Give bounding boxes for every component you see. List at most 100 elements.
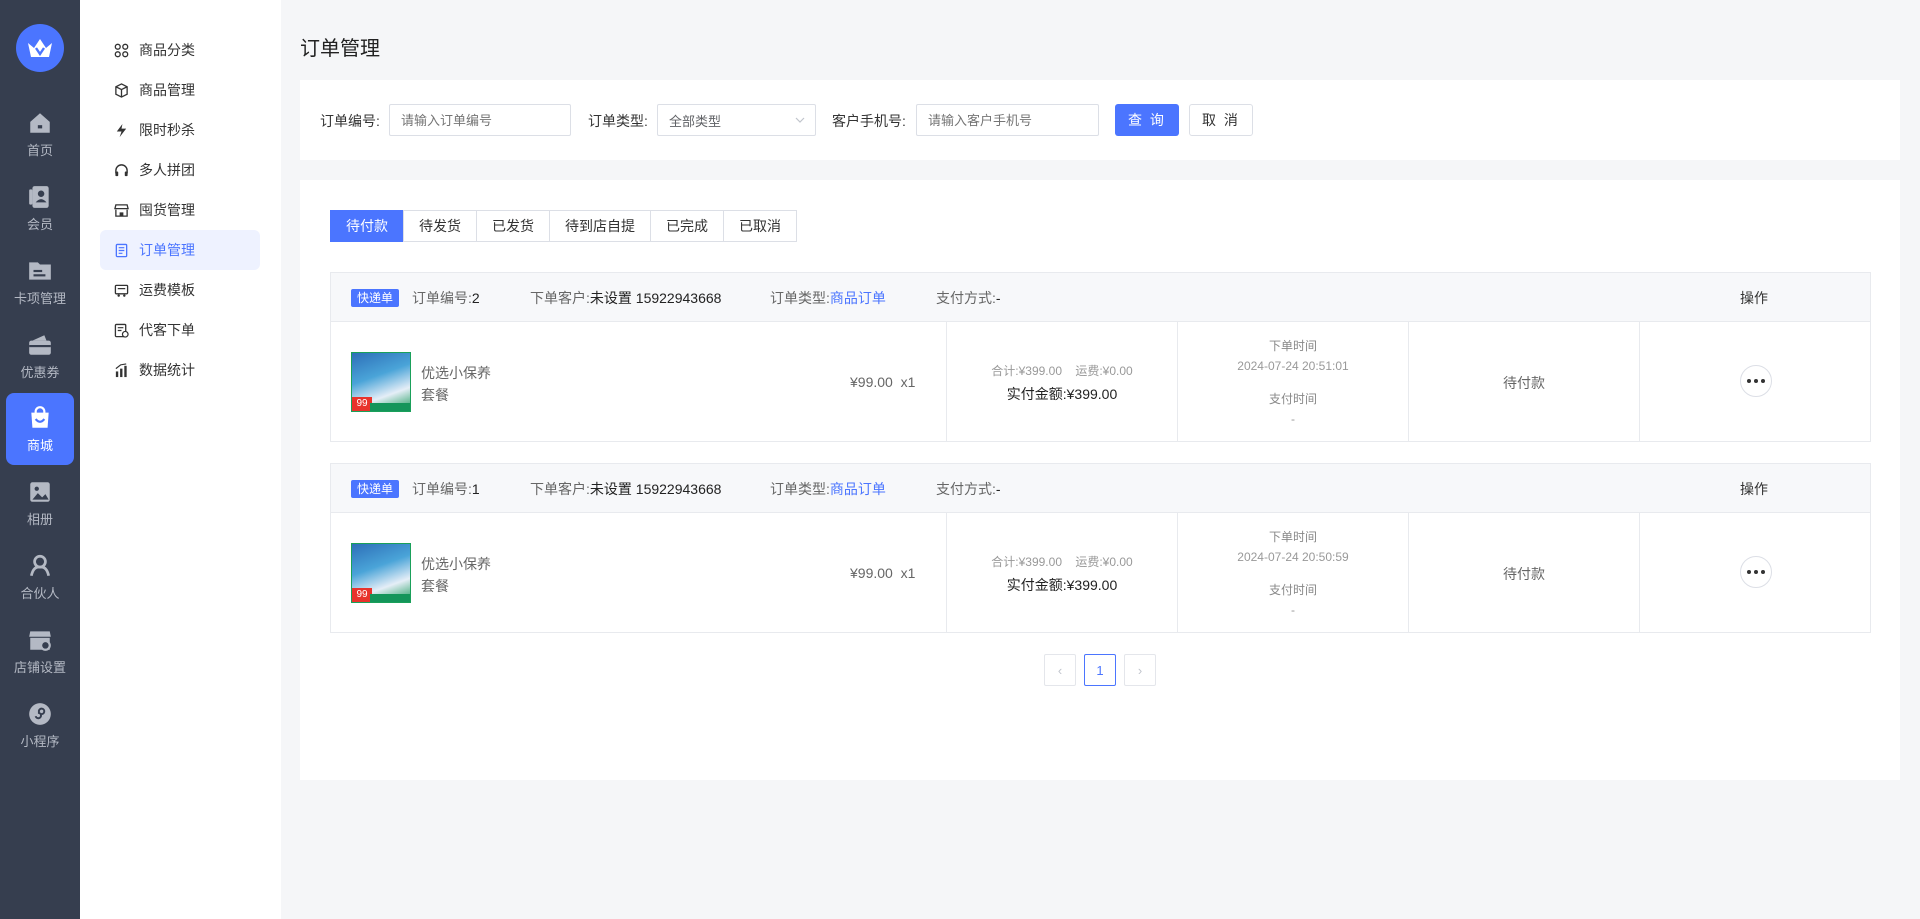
order-type-value[interactable]: 商品订单 <box>830 290 886 306</box>
pay-method-value: - <box>995 481 1001 497</box>
operation-header: 操作 <box>1740 290 1768 306</box>
status-tabs: 待付款 待发货 已发货 待到店自提 已完成 已取消 <box>330 210 797 242</box>
field-label: 下单客户: <box>530 290 590 306</box>
product-name: 优选小保养套餐 <box>421 556 491 594</box>
order-time-label: 下单时间 <box>1268 530 1317 544</box>
order-no-label: 订单编号: <box>320 113 380 129</box>
phone-label: 客户手机号: <box>832 113 906 129</box>
pay-time: - <box>1291 412 1295 426</box>
phone-input[interactable] <box>916 104 1099 136</box>
submenu-label: 限时秒杀 <box>139 122 195 138</box>
submenu-label: 运费模板 <box>139 282 195 298</box>
lightning-icon <box>116 123 127 137</box>
order-no-input[interactable] <box>389 104 571 136</box>
thumb-banner <box>370 594 410 602</box>
pay-time: - <box>1291 603 1295 617</box>
cancel-button[interactable]: 取 消 <box>1189 104 1253 136</box>
shop-bag-icon <box>31 405 49 428</box>
customer-value: 未设置 15922943668 <box>589 481 722 497</box>
submenu-item-statistics[interactable]: 数据统计 <box>100 350 260 390</box>
submenu-item-products[interactable]: 商品管理 <box>100 70 260 110</box>
rail-item-mini-program[interactable]: 小程序 <box>6 689 74 761</box>
order-type-value[interactable]: 商品订单 <box>830 481 886 497</box>
shipping-fee: 运费:¥0.00 <box>1075 555 1133 569</box>
query-button[interactable]: 查 询 <box>1115 104 1179 136</box>
page-1-button[interactable]: 1 <box>1084 654 1116 686</box>
submenu-item-shipping-template[interactable]: 运费模板 <box>100 270 260 310</box>
total-shipping-line: 合计:¥399.00 运费:¥0.00 <box>947 362 1177 379</box>
order-body: 99 优选小保养套餐 ¥99.00 x1 合计:¥399.00 运费:¥0.00… <box>331 322 1870 441</box>
order-type-field: 订单类型:商品订单 <box>770 289 886 307</box>
operation-header: 操作 <box>1740 481 1768 497</box>
product-price-qty: ¥99.00 x1 <box>850 374 915 390</box>
rail-item-label: 首页 <box>26 142 53 158</box>
member-icon <box>29 185 49 208</box>
crown-logo-icon[interactable] <box>16 24 64 72</box>
tab-pending-payment[interactable]: 待付款 <box>330 210 404 242</box>
submenu-item-flash-sale[interactable]: 限时秒杀 <box>100 110 260 150</box>
status-cell: 待付款 <box>1408 513 1639 632</box>
amount-cell: 合计:¥399.00 运费:¥0.00 实付金额:¥399.00 <box>946 322 1177 441</box>
submenu-label: 多人拼团 <box>139 162 195 178</box>
tab-completed[interactable]: 已完成 <box>650 210 724 242</box>
tab-cancelled[interactable]: 已取消 <box>723 210 797 242</box>
rail-item-store-settings[interactable]: 店铺设置 <box>6 615 74 687</box>
amount-cell: 合计:¥399.00 运费:¥0.00 实付金额:¥399.00 <box>946 513 1177 632</box>
pagination: ‹ 1 › <box>1044 654 1164 686</box>
operation-cell <box>1639 322 1870 441</box>
prev-page-button[interactable]: ‹ <box>1044 654 1076 686</box>
rail-item-shop[interactable]: 商城 <box>6 393 74 465</box>
proxy-order-icon <box>114 323 129 338</box>
rail-item-coupon[interactable]: 优惠券 <box>6 320 74 392</box>
rail-item-label: 商城 <box>26 437 53 453</box>
box-icon <box>115 82 128 98</box>
rail-item-card[interactable]: 卡项管理 <box>6 246 74 318</box>
more-actions-icon[interactable] <box>1740 556 1772 588</box>
partner-icon <box>30 554 50 576</box>
rail-item-label: 小程序 <box>20 733 60 749</box>
album-icon <box>30 481 50 502</box>
submenu-item-proxy-order[interactable]: 代客下单 <box>100 310 260 350</box>
submenu-item-orders[interactable]: 订单管理 <box>100 230 260 270</box>
order-time: 2024-07-24 20:50:59 <box>1237 550 1349 564</box>
product-price-qty: ¥99.00 x1 <box>850 565 915 581</box>
submenu-item-category[interactable]: 商品分类 <box>100 30 260 70</box>
rail-item-album[interactable]: 相册 <box>6 467 74 539</box>
home-icon <box>30 112 50 133</box>
order-no-value: 2 <box>471 290 480 306</box>
order-time-label: 下单时间 <box>1268 339 1317 353</box>
customer-field: 下单客户:未设置 15922943668 <box>530 289 721 307</box>
coupon-icon <box>29 334 51 355</box>
rail-item-partner[interactable]: 合伙人 <box>6 541 74 613</box>
total-amount: 合计:¥399.00 <box>991 555 1062 569</box>
time-cell: 下单时间 2024-07-24 20:50:59 支付时间 - <box>1177 513 1408 632</box>
submenu-item-stock[interactable]: 囤货管理 <box>100 190 260 230</box>
submenu-label: 商品分类 <box>139 42 195 58</box>
product-thumbnail[interactable]: 99 <box>351 352 411 412</box>
chevron-down-icon <box>795 117 805 123</box>
customer-value: 未设置 15922943668 <box>589 290 722 306</box>
bar-chart-icon <box>115 362 127 377</box>
rail-item-member[interactable]: 会员 <box>6 172 74 244</box>
submenu-item-group-buy[interactable]: 多人拼团 <box>100 150 260 190</box>
order-status: 待付款 <box>1503 566 1545 582</box>
next-page-button[interactable]: › <box>1124 654 1156 686</box>
mini-program-icon <box>29 702 51 725</box>
more-actions-icon[interactable] <box>1740 365 1772 397</box>
tab-pickup[interactable]: 待到店自提 <box>549 210 651 242</box>
thumb-tag: 99 <box>352 397 372 411</box>
field-label: 订单类型: <box>770 290 830 306</box>
field-label: 订单类型: <box>770 481 830 497</box>
submenu-label: 数据统计 <box>139 362 195 378</box>
tab-pending-shipment[interactable]: 待发货 <box>403 210 477 242</box>
shipping-fee: 运费:¥0.00 <box>1075 364 1133 378</box>
submenu-label: 囤货管理 <box>139 202 195 218</box>
truck-icon <box>114 284 129 297</box>
product-thumbnail[interactable]: 99 <box>351 543 411 603</box>
product-name: 优选小保养套餐 <box>421 365 491 403</box>
rail-item-home[interactable]: 首页 <box>6 98 74 170</box>
order-type-select[interactable]: 全部类型 <box>657 104 816 136</box>
pay-method-field: 支付方式:- <box>936 289 1001 307</box>
tab-shipped[interactable]: 已发货 <box>476 210 550 242</box>
total-shipping-line: 合计:¥399.00 运费:¥0.00 <box>947 553 1177 570</box>
